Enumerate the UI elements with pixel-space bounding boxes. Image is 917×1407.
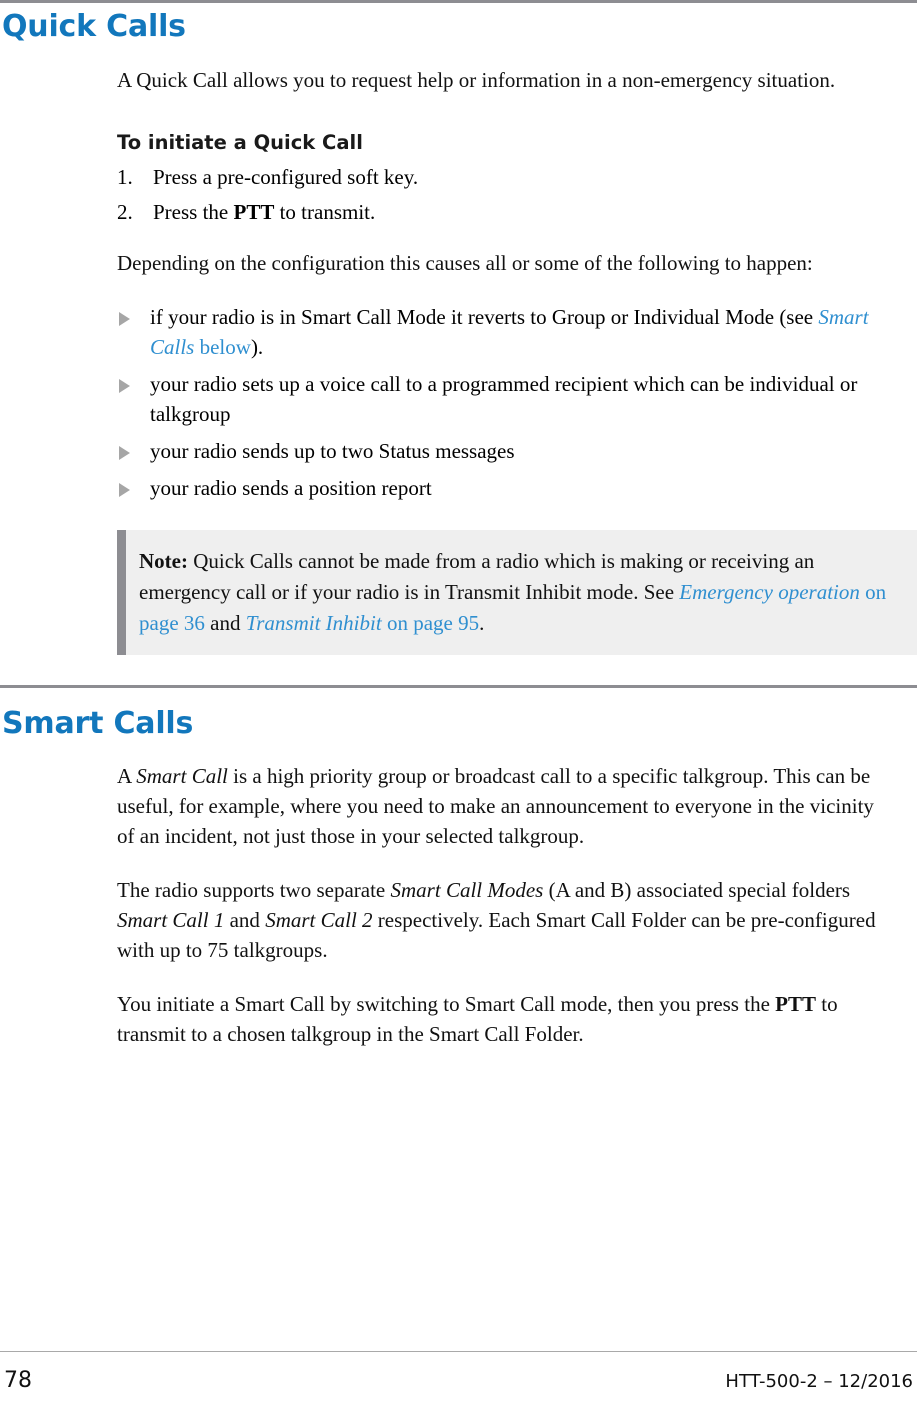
para2-italic-smart-call-1: Smart Call 1 (117, 908, 225, 933)
step-text-tail: to transmit. (274, 199, 376, 224)
note-text-2: and (204, 610, 246, 635)
step-text: Press the (153, 199, 234, 224)
arrow-bullet-icon (119, 378, 130, 393)
subheading-to-initiate-a-quick-call: To initiate a Quick Call (117, 130, 363, 154)
bullet-text: if your radio is in Smart Call Mode it r… (150, 304, 819, 329)
page-content: Quick Calls A Quick Call allows you to r… (0, 3, 917, 1049)
arrow-bullet-icon (119, 482, 130, 497)
note-callout-box: Note: Quick Calls cannot be made from a … (117, 529, 917, 655)
para1-italic-smart-call: Smart Call (136, 764, 228, 789)
list-item: your radio sets up a voice call to a pro… (117, 369, 890, 429)
list-item: if your radio is in Smart Call Mode it r… (117, 302, 890, 362)
footer-document-id: HTT-500-2 – 12/2016 (725, 1371, 913, 1392)
section-heading-smart-calls: Smart Calls (2, 705, 194, 741)
bullet-text: your radio sends a position report (150, 475, 432, 500)
step-number: 2. (117, 199, 133, 224)
para2-italic-smart-call-modes: Smart Call Modes (390, 878, 544, 903)
quick-call-steps-list: 1. Press a pre-configured soft key. 2. Pre… (117, 162, 890, 227)
smart-calls-paragraph-1: A Smart Call is a high priority group or… (117, 761, 890, 851)
list-item: 2. Press the PTT to transmit. (117, 197, 890, 227)
smart-calls-body: A Smart Call is a high priority group or… (117, 761, 890, 1049)
arrow-bullet-icon (119, 445, 130, 460)
note-paragraph: Note: Quick Calls cannot be made from a … (139, 546, 899, 639)
ptt-emphasis: PTT (775, 992, 816, 1017)
quick-calls-body: A Quick Call allows you to request help … (117, 65, 890, 503)
bullet-text: your radio sends up to two Status messag… (150, 438, 515, 463)
step-number: 1. (117, 164, 133, 189)
smart-calls-paragraph-3: You initiate a Smart Call by switching t… (117, 989, 890, 1049)
para2-text-c: and (224, 908, 266, 933)
para2-text-a: The radio supports two separate (117, 878, 391, 903)
ptt-emphasis: PTT (233, 199, 275, 224)
bullet-text-tail: ). (250, 334, 264, 359)
arrow-bullet-icon (119, 311, 130, 326)
para1-text-b: is a high priority group or broadcast ca… (117, 764, 874, 849)
smart-calls-paragraph-2: The radio supports two separate Smart Ca… (117, 875, 890, 965)
page-footer: 78 HTT-500-2 – 12/2016 (0, 1351, 917, 1407)
step-text: Press a pre-configured soft key. (153, 164, 419, 189)
note-text-3: . (479, 610, 485, 635)
bullet-text: your radio sets up a voice call to a pro… (150, 371, 858, 426)
para2-italic-smart-call-2: Smart Call 2 (265, 908, 373, 933)
quick-calls-intro-paragraph: A Quick Call allows you to request help … (117, 67, 836, 92)
cross-reference-link-emergency-operation[interactable]: Emergency operation (679, 580, 860, 604)
list-item: 1. Press a pre-configured soft key. (117, 162, 890, 192)
footer-divider-rule (0, 1351, 917, 1352)
para3-text-a: You initiate a Smart Call by switching t… (117, 992, 776, 1017)
note-label: Note: (139, 548, 188, 573)
cross-reference-link-transmit-inhibit[interactable]: Transmit Inhibit (246, 611, 387, 635)
note-accent-bar (117, 529, 126, 655)
list-item: your radio sends up to two Status messag… (117, 436, 890, 466)
document-page: Quick Calls A Quick Call allows you to r… (0, 0, 917, 1407)
para2-text-b: (A and B) associated special folders (543, 878, 851, 903)
quick-call-effects-list: if your radio is in Smart Call Mode it r… (117, 302, 890, 503)
list-item: your radio sends a position report (117, 473, 890, 503)
para1-text-a: A (117, 764, 137, 789)
quick-calls-lead-in-paragraph: Depending on the configuration this caus… (117, 250, 813, 275)
section-heading-quick-calls: Quick Calls (2, 9, 186, 44)
footer-page-number: 78 (4, 1368, 32, 1393)
cross-reference-page-95[interactable]: on page 95 (387, 611, 479, 635)
cross-reference-link-below[interactable]: below (194, 335, 251, 359)
